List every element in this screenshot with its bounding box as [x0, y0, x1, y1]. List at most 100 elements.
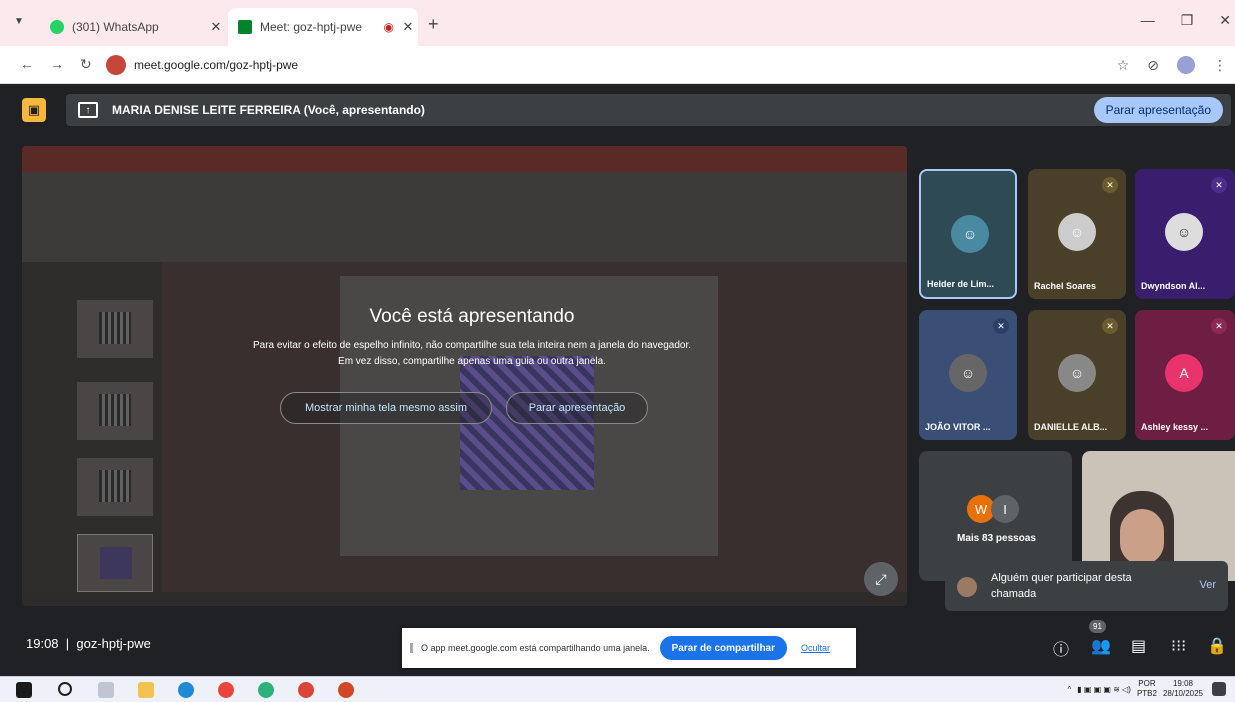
app-icon[interactable] — [258, 682, 274, 698]
slide-thumbnail — [77, 458, 153, 516]
presenter-label: MARIA DENISE LEITE FERREIRA (Você, apres… — [112, 103, 425, 117]
ppt-status-bar — [22, 592, 907, 606]
slide-thumbnail — [77, 300, 153, 358]
warning-message: Para evitar o efeito de espelho infinito… — [252, 340, 692, 367]
system-clock[interactable]: 19:08 28/10/2025 — [1163, 679, 1203, 699]
participant-tile[interactable]: ✕ ☺ Dwyndson Al... — [1135, 169, 1235, 299]
search-icon[interactable] — [58, 682, 72, 696]
tab-whatsapp[interactable]: (301) WhatsApp ✕ — [40, 8, 226, 46]
powerpoint-icon[interactable] — [338, 682, 354, 698]
stop-sharing-button[interactable]: Parar de compartilhar — [659, 636, 788, 660]
minimize-icon[interactable]: — — [1141, 12, 1155, 29]
more-participants-label: Mais 83 pessoas — [957, 533, 1036, 544]
participant-name: Helder de Lim... — [927, 279, 995, 289]
back-icon[interactable]: ← — [20, 56, 34, 72]
expand-icon[interactable]: ⤢ — [864, 562, 898, 596]
reload-icon[interactable]: ↻ — [80, 56, 92, 73]
mic-off-icon: ✕ — [1102, 177, 1118, 193]
show-screen-anyway-button[interactable]: Mostrar minha tela mesmo assim — [280, 392, 492, 424]
info-icon[interactable]: ⓘ — [1053, 636, 1069, 660]
site-info-icon[interactable] — [106, 55, 126, 75]
screen-share-banner: O app meet.google.com está compartilhand… — [402, 628, 856, 668]
restore-icon[interactable]: ❐ — [1181, 12, 1194, 29]
participant-name: JOÃO VITOR ... — [925, 422, 991, 432]
self-video-face — [1120, 509, 1164, 565]
notification-icon[interactable] — [1212, 682, 1226, 696]
slide-thumbnail — [77, 534, 153, 592]
participant-name: Ashley kessy ... — [1141, 422, 1209, 432]
ppt-ribbon — [22, 172, 907, 262]
hide-banner-link[interactable]: Ocultar — [801, 643, 830, 653]
chat-icon[interactable]: ▤ — [1131, 636, 1146, 656]
chrome-icon[interactable] — [218, 682, 234, 698]
whatsapp-icon — [50, 20, 64, 34]
recording-icon: ◉ — [383, 20, 394, 34]
file-explorer-icon[interactable] — [138, 682, 154, 698]
participant-tile[interactable]: ✕ ☺ Rachel Soares — [1028, 169, 1126, 299]
share-banner-message: O app meet.google.com está compartilhand… — [421, 643, 650, 653]
profile-avatar[interactable] — [1177, 56, 1195, 74]
chrome-profile-icon[interactable] — [298, 682, 314, 698]
join-request-toast: Alguém quer participar desta chamada Ver — [945, 561, 1228, 611]
participant-name: Rachel Soares — [1034, 281, 1097, 291]
people-count-badge: 91 — [1089, 620, 1106, 633]
participant-tile[interactable]: ✕ A Ashley kessy ... — [1135, 310, 1235, 440]
people-icon[interactable]: 👥 — [1091, 636, 1111, 656]
participant-tile[interactable]: ✕ ☺ DANIELLE ALB... — [1028, 310, 1126, 440]
present-upload-icon: ↑ — [78, 102, 98, 118]
meeting-time: 19:08 — [26, 636, 59, 651]
view-request-button[interactable]: Ver — [1199, 579, 1216, 591]
mic-off-icon: ✕ — [1211, 318, 1227, 334]
tab-label: Meet: goz-hptj-pwe — [260, 20, 363, 34]
meeting-code: goz-hptj-pwe — [76, 636, 151, 651]
stop-presenting-overlay-button[interactable]: Parar apresentação — [506, 392, 648, 424]
mic-off-icon: ✕ — [993, 318, 1009, 334]
forward-icon[interactable]: → — [50, 56, 64, 72]
windows-taskbar: ^ ▮ ▣ ▣ ▣ ≋ ◁) POR PTB2 19:08 28/10/2025 — [0, 676, 1235, 702]
host-controls-icon[interactable]: 🔒 — [1207, 636, 1227, 656]
avatar: ☺ — [949, 354, 987, 392]
tab-meet[interactable]: Meet: goz-hptj-pwe ◉ ✕ — [228, 8, 418, 46]
avatar: ☺ — [1058, 213, 1096, 251]
tray-icons[interactable]: ▮ ▣ ▣ ▣ ≋ ◁) — [1077, 685, 1131, 694]
close-window-icon[interactable]: ✕ — [1219, 12, 1231, 29]
mic-off-icon: ✕ — [1211, 177, 1227, 193]
participant-name: DANIELLE ALB... — [1034, 422, 1108, 432]
meeting-info: 19:08 | goz-hptj-pwe — [26, 636, 151, 651]
meet-present-icon: ▣ — [22, 98, 46, 122]
presenting-warning: Você está apresentando Para evitar o efe… — [252, 306, 692, 456]
avatar: I — [991, 495, 1019, 523]
avatar: ☺ — [1165, 213, 1203, 251]
requester-avatar — [957, 577, 977, 597]
presenting-bar: ▣ ↑ MARIA DENISE LEITE FERREIRA (Você, a… — [0, 84, 1235, 136]
language-indicator[interactable]: POR PTB2 — [1137, 679, 1157, 699]
participant-tile[interactable]: ✕ ☺ JOÃO VITOR ... — [919, 310, 1017, 440]
bookmark-star-icon[interactable]: ☆ — [1117, 57, 1130, 74]
mic-off-icon: ✕ — [1102, 318, 1118, 334]
stop-presenting-button[interactable]: Parar apresentação — [1093, 97, 1223, 123]
new-tab-button[interactable]: + — [428, 14, 439, 35]
drag-handle-icon[interactable] — [410, 643, 413, 653]
url-field[interactable]: meet.google.com/goz-hptj-pwe — [106, 51, 1116, 79]
participant-tile[interactable]: ☺ Helder de Lim... — [919, 169, 1017, 299]
extension-icon[interactable]: ⊘ — [1147, 57, 1159, 74]
tab-label: (301) WhatsApp — [72, 20, 159, 34]
menu-icon[interactable]: ⋮ — [1213, 57, 1227, 74]
avatar: ☺ — [1058, 354, 1096, 392]
close-icon[interactable]: ✕ — [206, 19, 226, 35]
activities-icon[interactable]: ⁝⁝⁝ — [1171, 636, 1186, 656]
edge-icon[interactable] — [178, 682, 194, 698]
browser-tab-bar: ▼ (301) WhatsApp ✕ Meet: goz-hptj-pwe ◉ … — [0, 0, 1235, 46]
slide-thumbnail — [77, 382, 153, 440]
tray-chevron-icon[interactable]: ^ — [1067, 685, 1071, 694]
task-view-icon[interactable] — [98, 682, 114, 698]
clock-date: 28/10/2025 — [1162, 689, 1203, 698]
meet-control-bar: 19:08 | goz-hptj-pwe O app meet.google.c… — [0, 618, 1235, 676]
tab-search-icon[interactable]: ▼ — [14, 16, 24, 27]
url-text: meet.google.com/goz-hptj-pwe — [134, 58, 299, 72]
address-bar: ← → ↻ meet.google.com/goz-hptj-pwe ☆ ⊘ ⋮ — [0, 46, 1235, 84]
warning-title: Você está apresentando — [369, 306, 575, 327]
windows-start-icon[interactable] — [16, 682, 32, 698]
clock-time: 19:08 — [1172, 679, 1193, 688]
close-icon[interactable]: ✕ — [398, 19, 418, 35]
